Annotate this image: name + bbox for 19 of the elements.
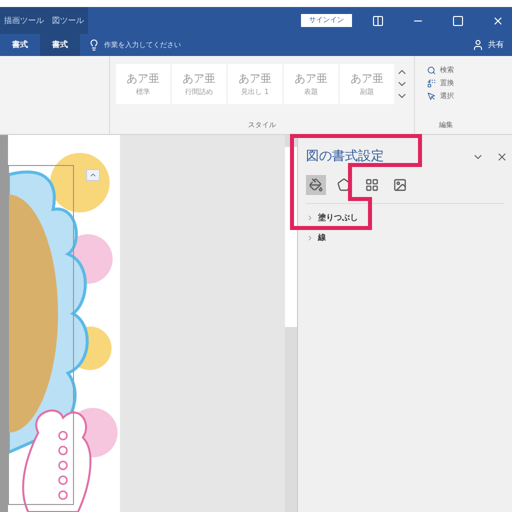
chevron-right-icon [306,214,314,222]
person-icon [472,39,484,51]
close-icon[interactable] [496,150,508,163]
section-header[interactable]: 塗りつぶし [306,212,512,224]
close-icon[interactable] [492,14,504,26]
ribbon-tab[interactable]: 書式 [40,34,80,56]
chevron-right-icon [306,234,314,242]
context-tab-label: 描画ツール [0,7,48,34]
share-button[interactable]: 共有 [488,39,504,51]
ribbon-display-icon[interactable] [372,14,384,26]
section-header[interactable]: 線 [306,232,512,244]
pointer-icon [427,92,436,101]
search-icon [427,66,436,75]
context-tab-label: 図ツール [48,7,88,34]
lightbulb-icon [88,39,100,51]
pane-title: 図の書式設定 [306,148,384,166]
fill-tab-icon[interactable] [306,174,326,194]
maximize-icon[interactable] [452,14,464,26]
replace-icon [427,79,436,88]
